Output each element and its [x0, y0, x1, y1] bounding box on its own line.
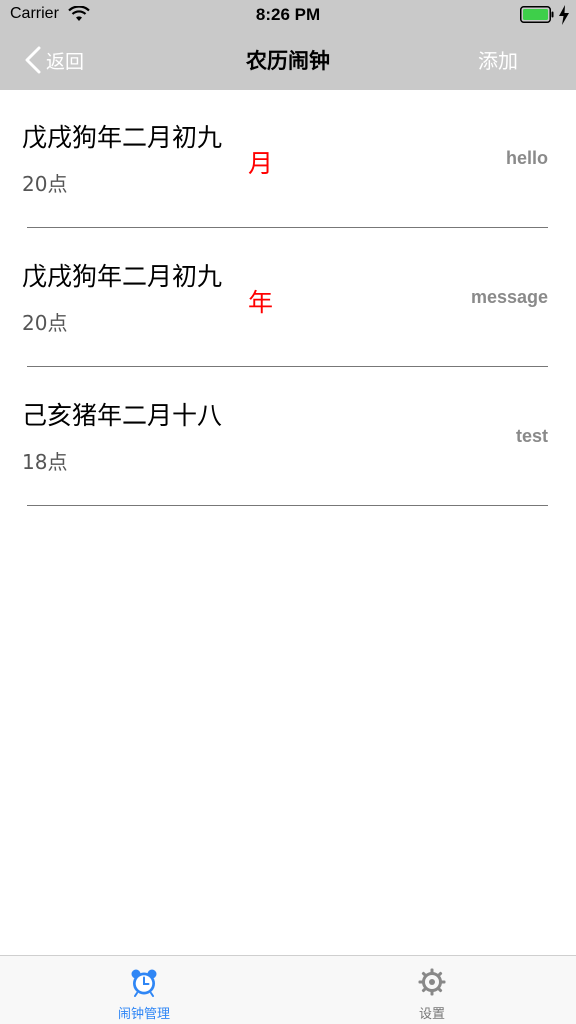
alarm-note: hello: [505, 148, 548, 168]
divider: [27, 227, 548, 228]
tab-bar: 闹钟管理 设置: [0, 955, 576, 1024]
list-item[interactable]: 戊戌狗年二月初九 年 20点 message: [0, 229, 576, 368]
alarm-note: test: [515, 426, 548, 446]
tab-label: 闹钟管理: [117, 1007, 170, 1022]
status-bar: Carrier 8:26 PM: [0, 0, 576, 30]
alarm-repeat-badge: 年: [248, 288, 274, 317]
divider: [27, 505, 548, 506]
alarm-hour: 18点: [22, 450, 68, 474]
divider: [27, 366, 548, 367]
battery-icon: [520, 6, 554, 23]
tab-alarm-management[interactable]: 闹钟管理: [0, 956, 288, 1024]
alarm-repeat-badge: 月: [248, 149, 274, 178]
tab-label: 设置: [418, 1007, 445, 1022]
alarm-clock-icon: [131, 969, 157, 997]
alarm-hour: 20点: [22, 172, 68, 196]
alarm-list: 戊戌狗年二月初九 月 20点 hello 戊戌狗年二月初九 年 20点 mess…: [0, 90, 576, 507]
alarm-lunar-date: 己亥猪年二月十八: [22, 401, 223, 430]
status-time: 8:26 PM: [255, 5, 321, 24]
alarm-lunar-date: 戊戌狗年二月初九: [22, 262, 223, 291]
gear-icon: [418, 968, 446, 996]
alarm-note: message: [470, 287, 548, 307]
tab-settings[interactable]: 设置: [288, 956, 576, 1024]
list-item[interactable]: 己亥猪年二月十八 18点 test: [0, 368, 576, 507]
alarm-lunar-date: 戊戌狗年二月初九: [22, 123, 223, 152]
add-alarm-button[interactable]: 添加: [478, 45, 518, 74]
charging-bolt-icon: [559, 5, 569, 25]
navigation-bar: 返回 农历闹钟 添加: [0, 30, 576, 90]
alarm-hour: 20点: [22, 311, 68, 335]
list-item[interactable]: 戊戌狗年二月初九 月 20点 hello: [0, 90, 576, 229]
screen: Carrier 8:26 PM 返回 农历闹钟 添加 戊戌狗年二月初九 月 20…: [0, 0, 576, 1024]
